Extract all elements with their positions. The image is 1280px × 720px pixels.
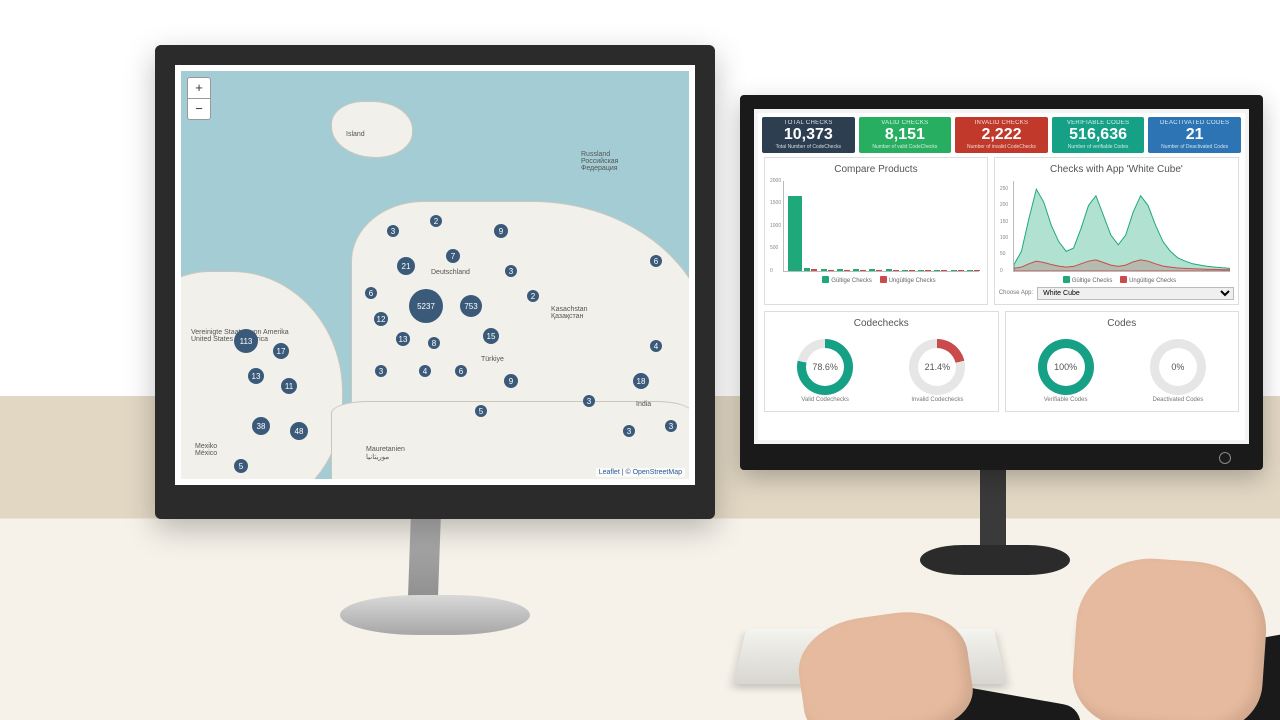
map-cluster-bubble[interactable]: 7	[446, 249, 460, 263]
map-zoom-control: + −	[187, 77, 211, 120]
map-label: Island	[346, 131, 365, 138]
donut-label: Valid Codechecks	[797, 397, 853, 403]
map-cluster-bubble[interactable]: 15	[483, 328, 499, 344]
timeseries-title: Checks with App 'White Cube'	[999, 164, 1234, 175]
map-cluster-bubble[interactable]: 17	[273, 343, 289, 359]
legend-swatch-icon	[1120, 276, 1127, 283]
kpi-invalid-checks[interactable]: INVALID CHECKS2,222Number of invalid Cod…	[955, 117, 1048, 153]
map-cluster-bubble[interactable]: 18	[633, 373, 649, 389]
map-cluster-bubble[interactable]: 2	[430, 215, 442, 227]
map-cluster-bubble[interactable]: 21	[397, 257, 415, 275]
map-cluster-bubble[interactable]: 5	[475, 405, 487, 417]
power-led-icon	[1219, 452, 1231, 464]
map-cluster-bubble[interactable]: 5237	[409, 289, 443, 323]
monitor-left-stand	[370, 510, 480, 640]
map-cluster-bubble[interactable]: 3	[623, 425, 635, 437]
map-label: Deutschland	[431, 269, 470, 276]
kpi-cards: TOTAL CHECKS10,373Total Number of CodeCh…	[758, 113, 1245, 157]
map-label: India	[636, 401, 651, 408]
monitor-right-stand	[960, 460, 1030, 600]
map-cluster-bubble[interactable]: 3	[583, 395, 595, 407]
codechecks-title: Codechecks	[769, 318, 994, 329]
kpi-verifiable-codes[interactable]: VERIFIABLE CODES516,636Number of verifia…	[1052, 117, 1145, 153]
map-cluster-bubble[interactable]: 2	[527, 290, 539, 302]
map-cluster-bubble[interactable]: 3	[665, 420, 677, 432]
legend-swatch-icon	[1063, 276, 1070, 283]
map-label: Mexiko México	[195, 443, 217, 457]
map-cluster-bubble[interactable]: 3	[505, 265, 517, 277]
legend-swatch-icon	[880, 276, 887, 283]
donut-invalid-codechecks[interactable]: 21.4%	[909, 339, 965, 395]
compare-legend: Gültige Checks Ungültige Checks	[769, 276, 983, 284]
kpi-total-checks[interactable]: TOTAL CHECKS10,373Total Number of CodeCh…	[762, 117, 855, 153]
compare-products-title: Compare Products	[769, 164, 983, 175]
map-cluster-bubble[interactable]: 4	[650, 340, 662, 352]
map-cluster-bubble[interactable]: 6	[650, 255, 662, 267]
map-label: Mauretanien موريتانيا	[366, 446, 405, 461]
map-cluster-bubble[interactable]: 3	[387, 225, 399, 237]
analytics-dashboard: TOTAL CHECKS10,373Total Number of CodeCh…	[758, 113, 1245, 440]
monitor-left: + − Island Russland Российская Федерация…	[155, 45, 715, 519]
donut-label: Invalid Codechecks	[909, 397, 965, 403]
map-cluster-bubble[interactable]: 753	[460, 295, 482, 317]
map-label: Russland Российская Федерация	[581, 151, 618, 172]
kpi-valid-checks[interactable]: VALID CHECKS8,151Number of valid CodeChe…	[859, 117, 952, 153]
compare-products-panel: Compare Products 0500100015002000 Gültig…	[764, 157, 988, 305]
timeseries-panel: Checks with App 'White Cube' 05010015020…	[994, 157, 1239, 305]
timeseries-legend: Gültige Checks Ungültige Checks	[999, 276, 1234, 284]
donut-verifiable-codes[interactable]: 100%	[1038, 339, 1094, 395]
workspace-photo: + − Island Russland Российская Федерация…	[0, 0, 1280, 720]
map-cluster-bubble[interactable]: 9	[494, 224, 508, 238]
world-map[interactable]: + − Island Russland Российская Федерация…	[181, 71, 689, 479]
legend-swatch-icon	[822, 276, 829, 283]
hand	[792, 604, 977, 720]
map-attribution: Leaflet | © OpenStreetMap	[596, 468, 685, 477]
map-cluster-bubble[interactable]: 6	[455, 365, 467, 377]
zoom-out-button[interactable]: −	[188, 98, 210, 119]
map-label: Türkiye	[481, 356, 504, 363]
app-select[interactable]: White Cube	[1037, 287, 1234, 300]
codechecks-panel: Codechecks 78.6% Valid Codechecks 21.4% …	[764, 311, 999, 412]
compare-products-chart[interactable]: 0500100015002000	[783, 181, 979, 272]
landmass	[331, 101, 413, 158]
map-cluster-bubble[interactable]: 48	[290, 422, 308, 440]
map-cluster-bubble[interactable]: 9	[504, 374, 518, 388]
timeseries-chart[interactable]: 050100150200250	[1013, 181, 1230, 272]
hand	[1069, 554, 1270, 720]
kpi-deactivated-codes[interactable]: DEACTIVATED CODES21Number of Deactivated…	[1148, 117, 1241, 153]
monitor-right: TOTAL CHECKS10,373Total Number of CodeCh…	[740, 95, 1263, 470]
donut-valid-codechecks[interactable]: 78.6%	[797, 339, 853, 395]
map-label: Kasachstan Қазақстан	[551, 306, 588, 320]
map-cluster-bubble[interactable]: 38	[252, 417, 270, 435]
map-cluster-bubble[interactable]: 12	[374, 312, 388, 326]
zoom-in-button[interactable]: +	[188, 78, 210, 98]
app-select-label: Choose App:	[999, 290, 1033, 296]
codes-title: Codes	[1010, 318, 1235, 329]
map-cluster-bubble[interactable]: 8	[428, 337, 440, 349]
donut-label: Deactivated Codes	[1150, 397, 1206, 403]
map-cluster-bubble[interactable]: 11	[281, 378, 297, 394]
map-cluster-bubble[interactable]: 4	[419, 365, 431, 377]
codes-panel: Codes 100% Verifiable Codes 0% Deactivat…	[1005, 311, 1240, 412]
donut-deactivated-codes[interactable]: 0%	[1150, 339, 1206, 395]
donut-label: Verifiable Codes	[1038, 397, 1094, 403]
map-cluster-bubble[interactable]: 6	[365, 287, 377, 299]
map-cluster-bubble[interactable]: 13	[248, 368, 264, 384]
map-cluster-bubble[interactable]: 13	[396, 332, 410, 346]
map-cluster-bubble[interactable]: 3	[375, 365, 387, 377]
map-cluster-bubble[interactable]: 113	[234, 329, 258, 353]
map-cluster-bubble[interactable]: 5	[234, 459, 248, 473]
